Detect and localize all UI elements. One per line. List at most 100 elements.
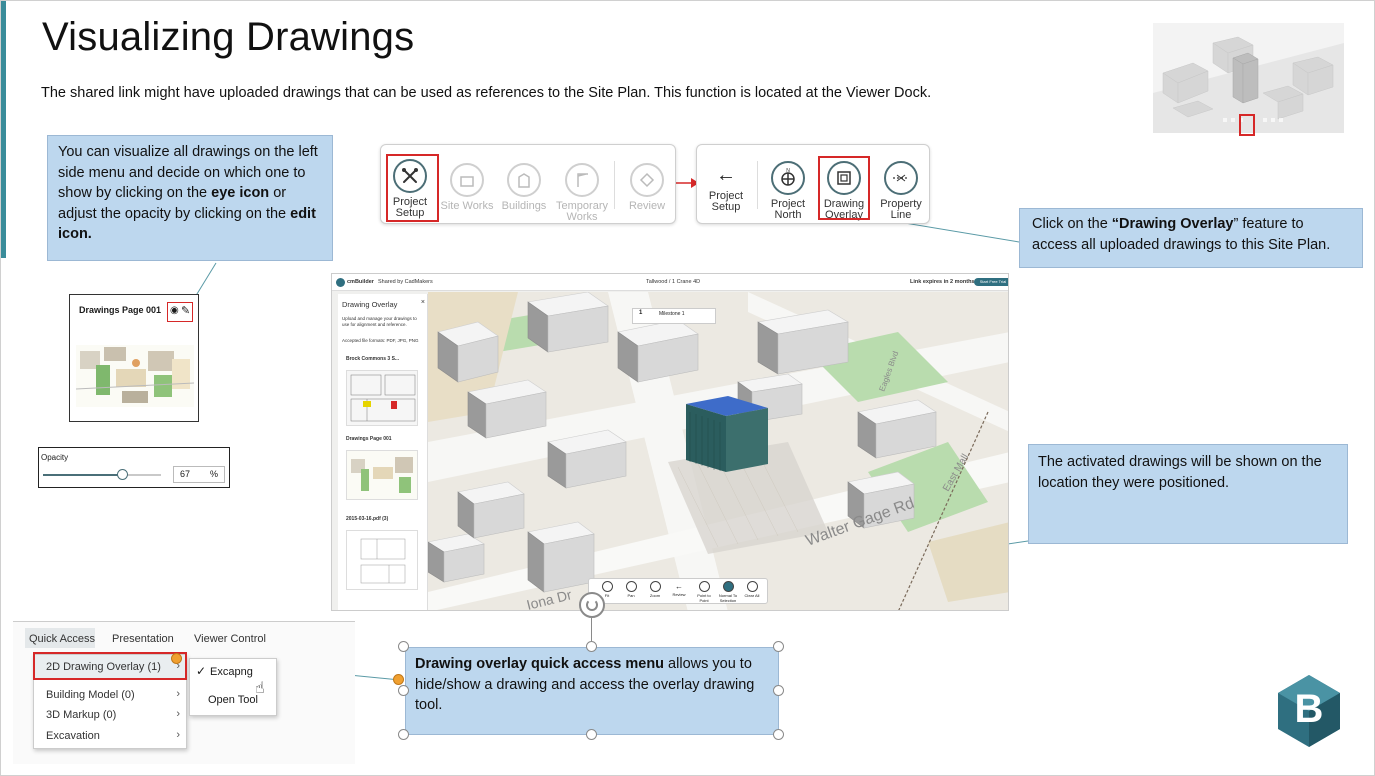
chevron-right-icon: › [176, 688, 180, 700]
timeline-day: 1 [639, 310, 643, 316]
tool-label: Point to Point [697, 593, 711, 603]
panel-formats: Accepted file formats: PDF, JPG, PNG [342, 338, 419, 343]
viewer-top-bar: cmBuilder Shared by CadMakers Tallwood /… [332, 274, 1008, 291]
dock-item-project-north[interactable]: N Project North [761, 161, 815, 221]
chevron-right-icon: › [176, 708, 180, 720]
rotate-handle-icon[interactable] [579, 592, 605, 618]
tool-label: Zoom [649, 593, 661, 598]
quick-access-panel: Quick Access Presentation Viewer Control… [13, 621, 355, 764]
highlight-project-setup [386, 154, 439, 222]
dock-divider [757, 161, 758, 209]
drawing-item-thumbnail[interactable] [346, 370, 418, 426]
selection-handle[interactable] [773, 729, 784, 740]
check-icon: ✓ [196, 664, 207, 678]
selection-handle[interactable] [398, 641, 409, 652]
dock-item-label: Property Line [880, 198, 922, 221]
dock-divider [614, 161, 615, 209]
opacity-control: Opacity 67 % [38, 447, 230, 488]
tool-label: Normal To Selection [718, 593, 738, 603]
eye-icon[interactable]: ◉ [170, 305, 179, 316]
shared-by: Shared by CadMakers [378, 279, 433, 285]
callout-drawings-menu: You can visualize all drawings on the le… [47, 135, 333, 261]
tab-presentation[interactable]: Presentation [112, 633, 174, 645]
opacity-slider-fill [43, 474, 123, 476]
tool-review[interactable]: ← Review [669, 581, 689, 597]
submenu-item-open-tool[interactable]: Open Tool [208, 694, 258, 706]
edit-icon[interactable]: ✎ [181, 304, 190, 317]
hand-cursor-icon: ☝ [255, 680, 265, 697]
selection-handle[interactable] [398, 685, 409, 696]
tool-clear-all[interactable]: Clear All [741, 581, 763, 598]
drawing-item-name[interactable]: Drawings Page 001 [346, 436, 392, 442]
slide-subtitle: The shared link might have uploaded draw… [41, 85, 932, 101]
callout-text: Click on the [1032, 216, 1112, 232]
close-icon[interactable]: × [421, 299, 425, 306]
tool-label: Fit [604, 593, 610, 598]
svg-text:N: N [786, 168, 790, 174]
trial-button[interactable]: Start Free Trial [974, 278, 1008, 286]
menu-item-3d-markup[interactable]: 3D Markup (0) [46, 709, 116, 721]
selection-handle[interactable] [586, 729, 597, 740]
tab-quick-access[interactable]: Quick Access [29, 633, 95, 645]
callout-bold: Drawing overlay quick access menu [415, 656, 665, 672]
callout-drawing-overlay: Click on the “Drawing Overlay” feature t… [1019, 208, 1363, 268]
callout-quick-access: Drawing overlay quick access menu allows… [405, 647, 779, 735]
selection-handle[interactable] [398, 729, 409, 740]
accent-bar [1, 1, 6, 258]
drawing-card-title: Drawings Page 001 [79, 305, 162, 315]
opacity-slider-thumb[interactable] [117, 469, 129, 480]
opacity-label: Opacity [41, 453, 69, 462]
slide-title: Visualizing Drawings [42, 15, 415, 59]
site-works-icon [450, 163, 484, 197]
dock-item-label: Review [628, 200, 666, 212]
viewer-bottom-toolbar: Fit Pan Zoom ← Review Point to Point Norm… [588, 578, 768, 604]
back-button[interactable]: ← Project Setup [701, 165, 751, 213]
dock-item-temporary-works[interactable]: Temporary Works [555, 163, 609, 223]
tab-viewer-control[interactable]: Viewer Control [194, 633, 266, 645]
drawing-overlay-panel: Drawing Overlay × Upload and manage your… [338, 294, 428, 610]
link-expires: Link expires in 2 months [910, 279, 975, 285]
project-name: Tallwood / 1 Crane 4D [646, 279, 701, 285]
selection-handle[interactable] [773, 641, 784, 652]
callout-text: The activated drawings will be shown on … [1038, 454, 1322, 491]
slide: Visualizing Drawings The shared link mig… [0, 0, 1375, 776]
viewer-dock-project-setup: ← Project Setup N Project North Drawing … [696, 144, 930, 224]
opacity-unit: % [209, 469, 218, 479]
selection-handle[interactable] [773, 685, 784, 696]
drawing-item-name[interactable]: 2015-03-16.pdf (3) [346, 516, 388, 522]
property-line-icon [884, 161, 918, 195]
callout-bold: eye icon [211, 185, 270, 201]
timeline-widget[interactable]: 1 Milestone 1 [632, 308, 716, 324]
menu-item-building-model[interactable]: Building Model (0) [46, 689, 135, 701]
drawing-item-thumbnail[interactable] [346, 530, 418, 590]
callout-bold: “Drawing Overlay [1111, 216, 1234, 232]
arrow-left-icon: ← [716, 164, 736, 186]
selection-handle[interactable] [586, 641, 597, 652]
chevron-right-icon: › [176, 729, 180, 741]
dock-item-review[interactable]: Review [621, 163, 673, 212]
drawing-item-name[interactable]: Brock Commons 3 S... [346, 356, 399, 362]
crane-icon [565, 163, 599, 197]
brand-logo-icon [336, 278, 345, 287]
connector-handle [393, 674, 404, 685]
callout-activated-drawings: The activated drawings will be shown on … [1028, 444, 1348, 544]
tool-label: Review [672, 592, 686, 597]
compass-icon: N [771, 161, 805, 195]
dock-item-site-works[interactable]: Site Works [439, 163, 495, 212]
tool-label: Clear All [744, 593, 760, 598]
submenu-item-drawing[interactable]: Excapng [210, 666, 253, 678]
tool-normal-to-selection[interactable]: Normal To Selection [717, 581, 739, 603]
logo-letter: B [1294, 687, 1324, 731]
tool-point-to-point[interactable]: Point to Point [693, 581, 715, 603]
dock-item-property-line[interactable]: Property Line [874, 161, 928, 221]
brand-logo: B [1276, 673, 1342, 749]
drawing-item-thumbnail[interactable] [346, 450, 418, 500]
opacity-input[interactable]: 67 % [173, 466, 225, 483]
tool-pan[interactable]: Pan [621, 581, 641, 598]
tool-zoom[interactable]: Zoom [645, 581, 665, 598]
back-label: Project Setup [708, 190, 744, 213]
dock-item-buildings[interactable]: Buildings [497, 163, 551, 212]
site-3d-map: Walter Gage Rd Iona Dr East Mall Eagles … [428, 292, 1008, 610]
highlight-drawing-overlay [818, 156, 870, 220]
menu-item-excavation[interactable]: Excavation [46, 730, 100, 742]
